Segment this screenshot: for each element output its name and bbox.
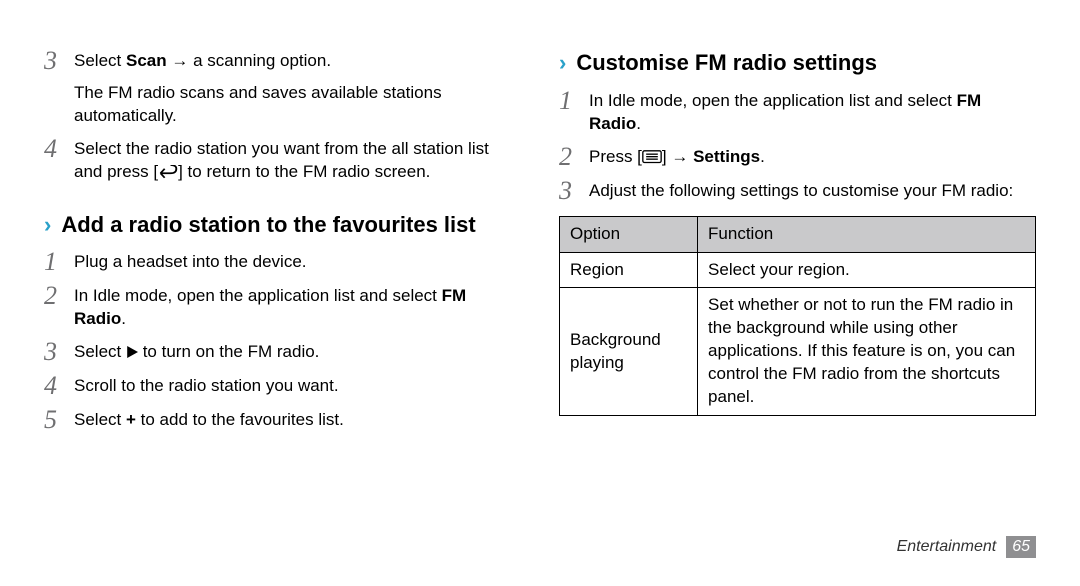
table-header-row: Option Function [560,216,1036,252]
text: . [636,114,641,133]
text: . [121,309,126,328]
step-number: 5 [44,407,74,433]
step-number: 3 [44,48,74,74]
heading-add-favourites: › Add a radio station to the favourites … [44,210,521,240]
step-3-sub: The FM radio scans and saves available s… [74,82,521,128]
table-row: Background playing Set whether or not to… [560,288,1036,416]
text: to add to the favourites list. [136,410,344,429]
heading-text: Customise FM radio settings [576,48,877,78]
cell-option: Region [560,252,698,288]
step-a1: 1 Plug a headset into the device. [44,249,521,275]
step-body: In Idle mode, open the application list … [74,283,521,331]
step-number: 2 [559,144,589,170]
chevron-icon: › [44,214,51,236]
settings-table: Option Function Region Select your regio… [559,216,1036,417]
step-number: 3 [559,178,589,204]
step-a5: 5 Select + to add to the favourites list… [44,407,521,433]
heading-text: Add a radio station to the favourites li… [61,210,475,240]
page-number: 65 [1006,536,1036,558]
step-body: Select the radio station you want from t… [74,136,521,184]
cell-function: Select your region. [698,252,1036,288]
text: In Idle mode, open the application list … [74,286,442,305]
scan-label: Scan [126,51,167,70]
section-name: Entertainment [897,538,997,556]
step-body: Adjust the following settings to customi… [589,178,1036,203]
left-column: 3 Select Scan → a scanning option. The F… [44,48,521,536]
settings-label: Settings [693,147,760,166]
step-number: 4 [44,136,74,162]
step-body: In Idle mode, open the application list … [589,88,1036,136]
col-option: Option [560,216,698,252]
step-b1: 1 In Idle mode, open the application lis… [559,88,1036,136]
text: Select [74,410,126,429]
text: to turn on the FM radio. [138,342,319,361]
step-a2: 2 In Idle mode, open the application lis… [44,283,521,331]
col-function: Function [698,216,1036,252]
step-4: 4 Select the radio station you want from… [44,136,521,184]
play-icon [126,342,138,354]
chevron-icon: › [559,52,566,74]
step-number: 1 [559,88,589,114]
plus-label: + [126,410,136,429]
text: → a scanning option. [167,51,331,70]
step-number: 4 [44,373,74,399]
step-body: Plug a headset into the device. [74,249,521,274]
right-column: › Customise FM radio settings 1 In Idle … [559,48,1036,536]
step-a4: 4 Scroll to the radio station you want. [44,373,521,399]
step-body: Select to turn on the FM radio. [74,339,521,364]
step-number: 1 [44,249,74,275]
page-footer: Entertainment 65 [44,536,1036,558]
step-a3: 3 Select to turn on the FM radio. [44,339,521,365]
cell-function: Set whether or not to run the FM radio i… [698,288,1036,416]
step-body: Select Scan → a scanning option. [74,48,521,73]
text: Select [74,342,126,361]
step-body: Select + to add to the favourites list. [74,407,521,432]
text: Press [ [589,147,642,166]
text: ] to return to the FM radio screen. [178,162,430,181]
menu-icon [642,148,662,162]
text: . [760,147,765,166]
step-number: 2 [44,283,74,309]
back-icon [158,163,178,177]
table-row: Region Select your region. [560,252,1036,288]
cell-option: Background playing [560,288,698,416]
heading-customise-settings: › Customise FM radio settings [559,48,1036,78]
text: Select [74,51,126,70]
text: In Idle mode, open the application list … [589,91,957,110]
step-b3: 3 Adjust the following settings to custo… [559,178,1036,204]
step-3: 3 Select Scan → a scanning option. [44,48,521,74]
step-number: 3 [44,339,74,365]
step-body: Press [ ] → Settings. [589,144,1036,169]
step-b2: 2 Press [ ] → Settings. [559,144,1036,170]
text: ] → [662,147,693,166]
step-body: Scroll to the radio station you want. [74,373,521,398]
